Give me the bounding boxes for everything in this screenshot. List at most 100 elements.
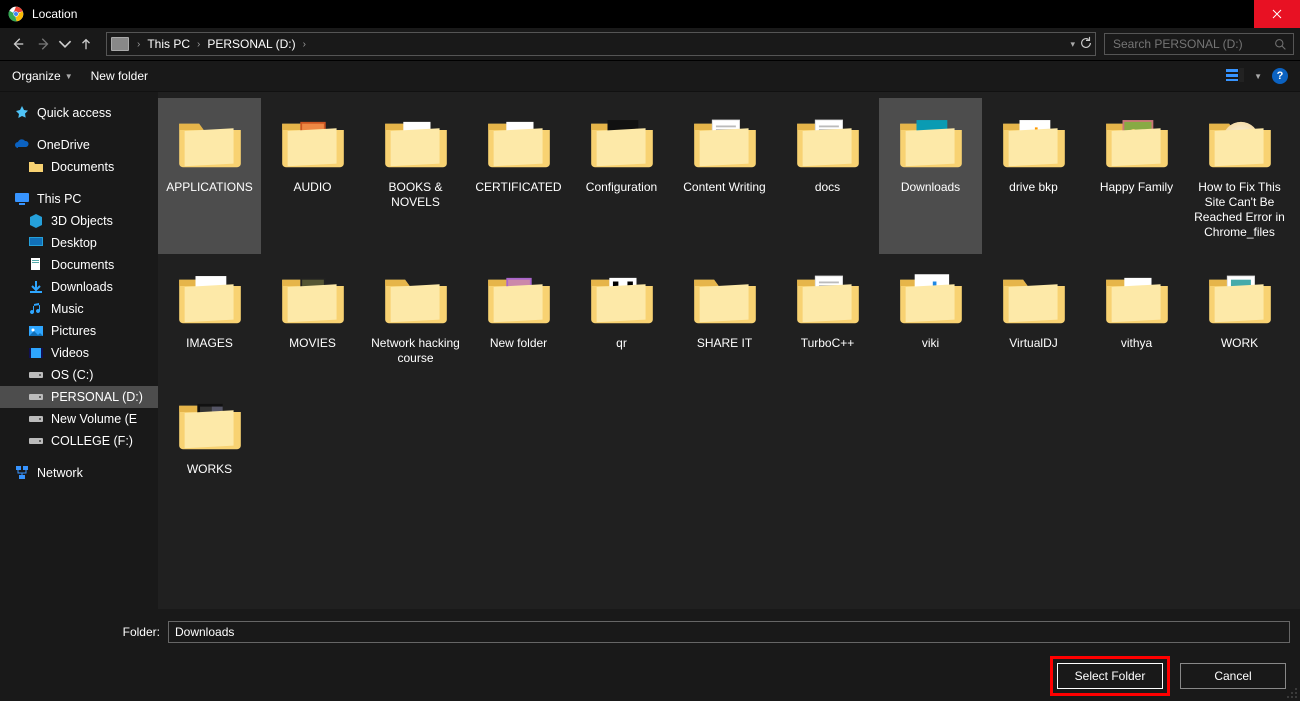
folder-item[interactable]: PDF BOOKS & NOVELS [364,98,467,254]
folder-content[interactable]: APPLICATIONS AUDIO PDF BOOKS & NOVELS PD… [158,92,1300,609]
sidebar-quick-access[interactable]: Quick access [0,102,158,124]
folder-icon [275,102,351,178]
recent-dropdown[interactable] [58,32,72,56]
sidebar-drive-college[interactable]: COLLEGE (F:) [0,430,158,452]
folder-label: TurboC++ [801,336,855,351]
folder-label: Folder: [10,625,160,639]
folder-item[interactable]: WORK [1188,254,1291,380]
sidebar-this-pc[interactable]: This PC [0,188,158,210]
cancel-button[interactable]: Cancel [1180,663,1286,689]
highlight-annotation: Select Folder [1050,656,1170,696]
sidebar-documents[interactable]: Documents [0,254,158,276]
breadcrumb-item[interactable]: PERSONAL (D:) [204,37,298,51]
refresh-icon[interactable] [1079,36,1093,53]
sidebar-drive-newvol[interactable]: New Volume (E [0,408,158,430]
folder-item[interactable]: How to Fix This Site Can't Be Reached Er… [1188,98,1291,254]
folder-label: viki [922,336,939,351]
folder-icon [1202,258,1278,334]
sidebar-network[interactable]: Network [0,462,158,484]
window-title: Location [32,7,77,21]
videos-icon [28,345,44,361]
folder-input[interactable] [168,621,1290,643]
folder-label: MOVIES [289,336,336,351]
close-button[interactable] [1254,0,1300,28]
pictures-icon [28,323,44,339]
sidebar-drive-personal[interactable]: PERSONAL (D:) [0,386,158,408]
sidebar-onedrive-documents[interactable]: Documents [0,156,158,178]
back-button[interactable] [6,32,30,56]
folder-item[interactable]: Configuration [570,98,673,254]
folder-item[interactable]: D IMAGES [158,254,261,380]
folder-item[interactable]: Happy Family [1085,98,1188,254]
folder-icon [28,159,44,175]
folder-item[interactable]: Network hacking course [364,254,467,380]
breadcrumb[interactable]: › This PC › PERSONAL (D:) › ▾ [106,32,1096,56]
organize-menu[interactable]: Organize ▼ [12,69,73,83]
folder-item[interactable]: New folder [467,254,570,380]
folder-icon [790,258,866,334]
chevron-down-icon[interactable]: ▾ [1070,39,1075,50]
view-mode-icon[interactable] [1226,68,1244,85]
folder-item[interactable]: qr [570,254,673,380]
folder-item[interactable]: MOVIES [261,254,364,380]
folder-item[interactable]: WORKS [158,380,261,506]
folder-label: WORK [1221,336,1258,351]
folder-icon: PDF [378,102,454,178]
folder-label: Content Writing [683,180,765,195]
folder-item[interactable]: Content Writing [673,98,776,254]
select-folder-button[interactable]: Select Folder [1057,663,1163,689]
folder-label: SHARE IT [697,336,752,351]
folder-icon [1099,102,1175,178]
folder-label: Downloads [901,180,960,195]
forward-button[interactable] [32,32,56,56]
chevron-right-icon[interactable]: › [303,39,306,50]
resize-grip-icon[interactable] [1286,687,1298,699]
drive-icon [28,411,44,427]
dialog-buttons: Select Folder Cancel [0,651,1300,701]
folder-item[interactable]: APPLICATIONS [158,98,261,254]
sidebar: Quick access OneDrive Documents This PC [0,92,158,609]
search-input[interactable] [1111,36,1274,52]
sidebar-3d-objects[interactable]: 3D Objects [0,210,158,232]
folder-label: Network hacking course [368,336,464,366]
sidebar-drive-os[interactable]: OS (C:) [0,364,158,386]
help-icon[interactable]: ? [1272,68,1288,84]
cloud-icon [14,137,30,153]
folder-icon [893,258,969,334]
folder-item[interactable]: PDF vithya [1085,254,1188,380]
folder-icon: MP3 [996,102,1072,178]
folder-item[interactable]: docs [776,98,879,254]
view-dropdown[interactable]: ▼ [1254,72,1262,81]
search-box[interactable] [1104,33,1294,55]
folder-icon [378,258,454,334]
up-button[interactable] [74,32,98,56]
chevron-right-icon[interactable]: › [197,39,200,50]
folder-icon [687,102,763,178]
folder-label: Happy Family [1100,180,1173,195]
folder-item[interactable]: PDF CERTIFICATED [467,98,570,254]
drive-icon [111,37,129,51]
chevron-right-icon[interactable]: › [137,39,140,50]
folder-icon [893,102,969,178]
sidebar-music[interactable]: Music [0,298,158,320]
folder-item[interactable]: Downloads [879,98,982,254]
sidebar-desktop[interactable]: Desktop [0,232,158,254]
folder-item[interactable]: MP3 drive bkp [982,98,1085,254]
folder-item[interactable]: VirtualDJ [982,254,1085,380]
folder-icon [172,102,248,178]
folder-item[interactable]: viki [879,254,982,380]
sidebar-videos[interactable]: Videos [0,342,158,364]
sidebar-onedrive[interactable]: OneDrive [0,134,158,156]
folder-item[interactable]: TurboC++ [776,254,879,380]
star-icon [14,105,30,121]
toolbar: Organize ▼ New folder ▼ ? [0,61,1300,92]
folder-item[interactable]: SHARE IT [673,254,776,380]
new-folder-button[interactable]: New folder [91,69,148,83]
breadcrumb-item[interactable]: This PC [144,37,193,51]
folder-icon: PDF [481,102,557,178]
folder-item[interactable]: AUDIO [261,98,364,254]
folder-label: WORKS [187,462,232,477]
sidebar-downloads[interactable]: Downloads [0,276,158,298]
folder-label: CERTIFICATED [475,180,561,195]
sidebar-pictures[interactable]: Pictures [0,320,158,342]
